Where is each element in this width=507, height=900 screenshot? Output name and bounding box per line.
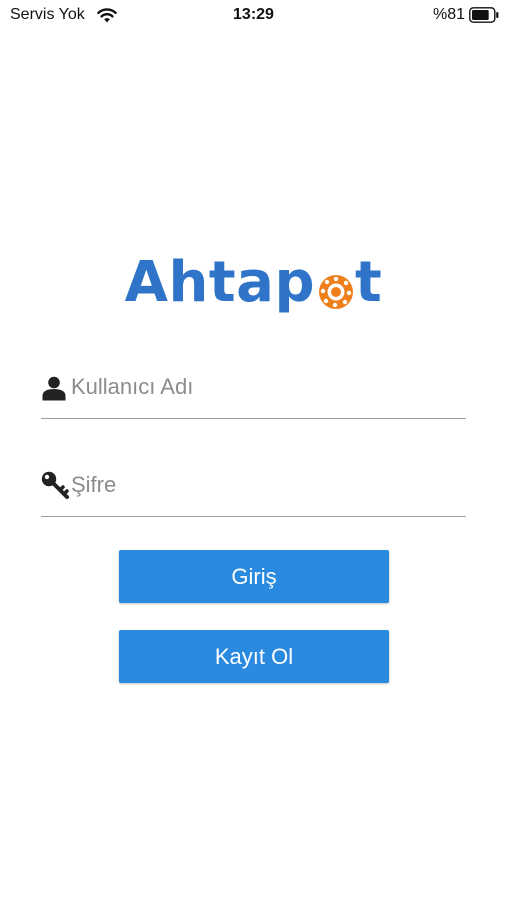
battery-percentage: %81 [432, 6, 465, 23]
username-field [41, 368, 466, 419]
password-field [41, 466, 466, 517]
password-input[interactable] [71, 466, 461, 504]
login-button[interactable]: Giriş [119, 550, 389, 603]
octopus-icon [319, 275, 354, 309]
register-button[interactable]: Kayıt Ol [119, 630, 389, 683]
user-icon [42, 376, 66, 401]
key-icon [41, 471, 69, 499]
clock: 13:29 [233, 6, 274, 23]
status-bar: Servis Yok 13:29 %81 [0, 0, 507, 30]
username-input[interactable] [71, 368, 461, 406]
battery-icon [469, 7, 499, 23]
app-logo: Ahtap t [0, 250, 507, 315]
logo-wordmark: Ahtap t [124, 250, 383, 315]
